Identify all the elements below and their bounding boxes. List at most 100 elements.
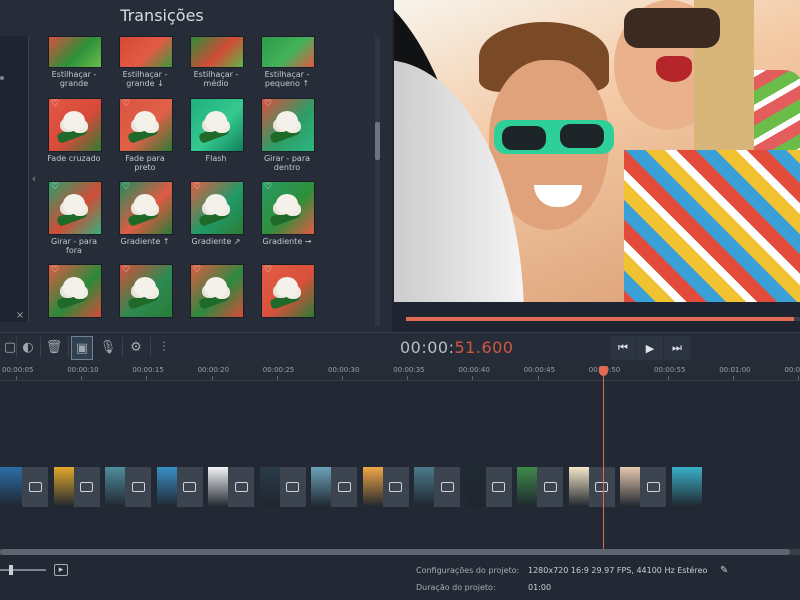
panel-dot [0, 76, 4, 80]
clip-thumbnail[interactable] [156, 467, 177, 507]
equalizer-icon[interactable]: ⫶ [154, 336, 174, 358]
previous-frame-button[interactable]: ⏮ [610, 336, 636, 360]
transition-marker-icon[interactable] [537, 467, 563, 507]
transition-tile[interactable]: ♡ [190, 264, 244, 318]
favorite-icon[interactable]: ♡ [122, 100, 130, 109]
transition-thumbnail[interactable]: ♡ [119, 264, 173, 318]
favorite-icon[interactable]: ♡ [264, 183, 272, 192]
transition-thumbnail[interactable]: ♡ [190, 264, 244, 318]
clip-thumbnail[interactable] [0, 467, 22, 507]
edit-settings-icon[interactable]: ✎ [720, 565, 728, 576]
clip-thumbnail[interactable] [517, 467, 537, 507]
transition-thumbnail[interactable] [261, 36, 315, 68]
timeline-tracks[interactable] [0, 381, 800, 549]
transition-thumbnail[interactable]: ♡ [190, 181, 244, 235]
transition-thumbnail[interactable]: ♡ [261, 264, 315, 318]
clip-thumbnail[interactable] [671, 467, 702, 507]
transition-marker-icon[interactable] [331, 467, 357, 507]
ruler-tick-label: 00:00:55 [654, 366, 686, 374]
transition-thumbnail[interactable] [48, 36, 102, 68]
transition-tile[interactable]: ♡ [48, 264, 102, 318]
playhead-handle[interactable] [599, 366, 608, 376]
transition-thumbnail[interactable]: ♡ [261, 181, 315, 235]
favorite-icon[interactable]: ♡ [51, 100, 59, 109]
transition-thumbnail[interactable]: ♡ [119, 181, 173, 235]
grid-scrollbar-thumb[interactable] [375, 122, 380, 160]
ruler-tick-mark [81, 376, 83, 380]
transition-marker-icon[interactable] [279, 467, 306, 507]
transition-tile[interactable]: ♡ [261, 264, 315, 318]
transition-label: Estilhaçar - grande [51, 70, 97, 88]
transition-tile[interactable]: Estilhaçar - grande [48, 36, 102, 88]
clip-thumbnail[interactable] [414, 467, 434, 507]
transition-tile[interactable]: Flash [190, 98, 244, 163]
timecode-prefix: 00:00: [400, 338, 455, 357]
clip-thumbnail[interactable] [311, 467, 331, 507]
color-adjust-icon[interactable]: ◐ [18, 336, 38, 358]
playhead-line[interactable] [603, 366, 604, 549]
transition-marker-icon[interactable] [22, 467, 48, 507]
play-button[interactable]: ▶ [637, 336, 663, 360]
transition-thumbnail[interactable]: ♡ [48, 181, 102, 235]
next-frame-button[interactable]: ⏭ [664, 336, 690, 360]
collapse-arrow-icon[interactable]: ‹ [29, 170, 39, 188]
favorite-icon[interactable]: ♡ [51, 266, 59, 275]
clip-thumbnail[interactable] [568, 467, 589, 507]
clip-thumbnail[interactable] [362, 467, 383, 507]
transition-marker-icon[interactable] [125, 467, 151, 507]
transition-tile[interactable]: ♡ Fade para preto [119, 98, 173, 172]
crop-icon[interactable]: ▢ [0, 336, 20, 358]
transition-tile[interactable]: ♡ [119, 264, 173, 318]
transition-marker-icon[interactable] [176, 467, 203, 507]
transition-marker-icon[interactable] [382, 467, 409, 507]
transition-tile[interactable]: ♡ Girar - para dentro [261, 98, 315, 172]
image-icon[interactable]: ▣ [71, 336, 93, 360]
transition-thumbnail[interactable]: ♡ [48, 98, 102, 152]
gear-icon[interactable]: ⚙ [126, 336, 146, 358]
transition-tile[interactable]: Estilhaçar - pequeno ↑ [261, 36, 315, 88]
transition-label: Estilhaçar - grande ↓ [122, 70, 168, 88]
transition-tile[interactable]: ♡ Gradiente → [261, 181, 315, 246]
transition-marker-icon[interactable] [485, 467, 512, 507]
transition-marker-icon[interactable] [73, 467, 100, 507]
grid-scrollbar[interactable] [375, 36, 380, 326]
clip-thumbnail[interactable] [105, 467, 125, 507]
favorite-icon[interactable]: ♡ [122, 183, 130, 192]
transition-tile[interactable]: ♡ Fade cruzado [47, 98, 102, 163]
ruler-tick-label: 00:00:35 [393, 366, 425, 374]
ruler-tick-label: 00:00:20 [197, 366, 230, 374]
transition-tile[interactable]: ♡ Gradiente ↑ [119, 181, 173, 246]
favorite-icon[interactable]: ♡ [51, 183, 59, 192]
favorite-icon[interactable]: ♡ [193, 266, 201, 275]
transition-tile[interactable]: Estilhaçar - médio [190, 36, 244, 88]
trash-icon[interactable]: 🗑 [44, 336, 64, 358]
transition-thumbnail[interactable]: ♡ [48, 264, 102, 318]
transition-thumbnail[interactable] [190, 36, 244, 68]
favorite-icon[interactable]: ♡ [264, 100, 272, 109]
clip-thumbnail[interactable] [465, 467, 486, 507]
transition-thumbnail[interactable]: ♡ [261, 98, 315, 152]
transition-thumbnail[interactable] [119, 36, 173, 68]
favorite-icon[interactable]: ♡ [122, 266, 130, 275]
project-duration-value: 01:00 [528, 583, 552, 592]
clip-thumbnail[interactable] [259, 467, 280, 507]
transition-thumbnail[interactable] [190, 98, 244, 152]
transition-marker-icon[interactable] [228, 467, 254, 507]
favorite-icon[interactable]: ♡ [264, 266, 272, 275]
transition-marker-icon[interactable] [434, 467, 460, 507]
clip-thumbnail[interactable] [53, 467, 74, 507]
transition-marker-icon[interactable] [640, 467, 666, 507]
clip-thumbnail[interactable] [208, 467, 228, 507]
zoom-fit-icon[interactable]: ▸ [54, 564, 68, 576]
transition-marker-icon[interactable] [588, 467, 615, 507]
clip-thumbnail[interactable] [620, 467, 640, 507]
favorite-icon[interactable]: ♡ [193, 183, 201, 192]
microphone-icon[interactable]: 🎙 [98, 336, 118, 358]
close-icon[interactable]: × [12, 310, 28, 322]
transition-tile[interactable]: ♡ Gradiente ↗ [190, 181, 244, 246]
zoom-slider-handle[interactable] [9, 565, 13, 575]
transition-tile[interactable]: ♡ Girar - para fora [48, 181, 102, 255]
transition-tile[interactable]: Estilhaçar - grande ↓ [119, 36, 173, 88]
transition-thumbnail[interactable]: ♡ [119, 98, 173, 152]
zoom-slider-track[interactable] [0, 569, 46, 571]
